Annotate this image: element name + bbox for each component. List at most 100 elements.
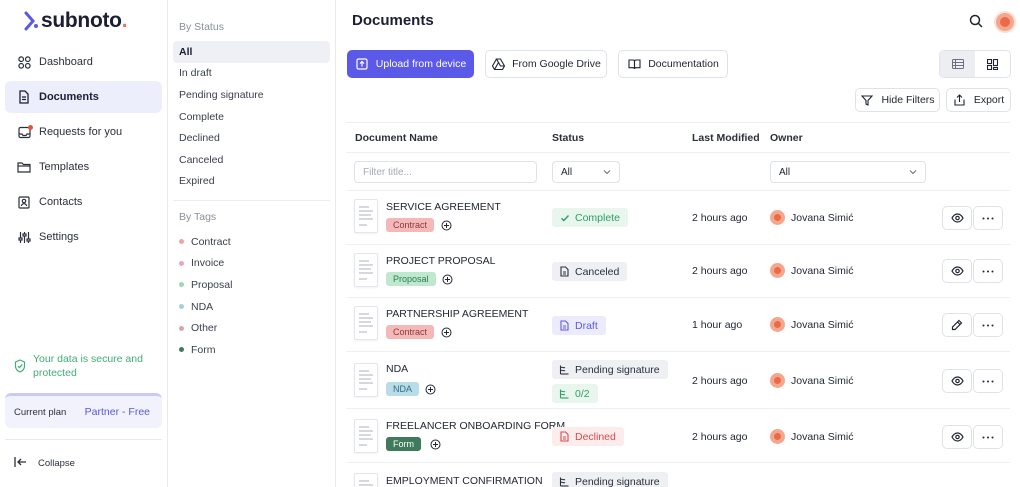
- status-filter-declined[interactable]: Declined: [173, 127, 330, 149]
- table-row[interactable]: NDA NDA Pending signature 0/2 2 hours ag…: [346, 352, 1010, 409]
- export-button[interactable]: Export: [946, 88, 1011, 112]
- search-icon[interactable]: [968, 13, 984, 29]
- status-filter-select[interactable]: All: [552, 161, 620, 183]
- check-icon: [559, 212, 570, 223]
- folder-icon: [17, 160, 31, 174]
- status-filter-all[interactable]: All: [173, 41, 330, 63]
- brand-dot: .: [121, 9, 128, 32]
- status-filter-expired[interactable]: Expired: [173, 171, 330, 193]
- document-name[interactable]: PROJECT PROPOSAL: [386, 255, 496, 267]
- add-tag-icon[interactable]: [441, 327, 452, 338]
- more-options-button[interactable]: [973, 206, 1003, 230]
- add-tag-icon[interactable]: [425, 384, 436, 395]
- owner-name: Jovana Simić: [791, 374, 854, 387]
- sidebar-item-templates[interactable]: Templates: [5, 151, 162, 183]
- more-options-button[interactable]: [973, 369, 1003, 393]
- view-button[interactable]: [942, 206, 972, 230]
- more-options-button[interactable]: [973, 259, 1003, 283]
- google-drive-icon: [491, 57, 505, 71]
- document-icon: [559, 431, 570, 442]
- more-horizontal-icon: [982, 217, 994, 219]
- plan-value: Partner - Free: [84, 406, 150, 418]
- last-modified: 2 hours ago: [692, 265, 748, 277]
- list-view-button[interactable]: [940, 51, 975, 77]
- upload-from-device-button[interactable]: Upload from device: [347, 50, 474, 78]
- filter-divider: [173, 200, 330, 201]
- eye-icon: [950, 432, 964, 442]
- table-row[interactable]: EMPLOYMENT CONFIRMATION Pending signatur…: [346, 463, 1010, 487]
- sidebar-item-contacts[interactable]: Contacts: [5, 186, 162, 218]
- sidebar-item-settings[interactable]: Settings: [5, 221, 162, 253]
- tag-badge: Form: [386, 437, 421, 451]
- owner-avatar: [770, 317, 785, 332]
- more-options-button[interactable]: [973, 313, 1003, 337]
- brand-name: subnoto: [41, 9, 122, 32]
- tag-filter-invoice[interactable]: Invoice: [173, 253, 330, 275]
- tag-filter-form[interactable]: Form: [173, 339, 330, 361]
- owner-name: Jovana Simić: [791, 211, 854, 224]
- sidebar-item-requests[interactable]: Requests for you: [5, 116, 162, 148]
- hide-filters-button[interactable]: Hide Filters: [855, 88, 940, 112]
- table-row[interactable]: PROJECT PROPOSAL Proposal Canceled 2 hou…: [346, 245, 1010, 298]
- google-drive-button[interactable]: From Google Drive: [485, 50, 607, 78]
- collapse-button[interactable]: Collapse: [14, 456, 75, 471]
- chevron-down-icon: [909, 170, 917, 175]
- document-name[interactable]: SERVICE AGREEMENT: [386, 201, 501, 213]
- current-plan-card[interactable]: Current plan Partner - Free: [5, 393, 162, 428]
- sidebar-item-label: Settings: [39, 231, 79, 243]
- view-button[interactable]: [942, 425, 972, 449]
- tag-dot: [179, 347, 184, 353]
- status-text: Declined: [575, 430, 616, 443]
- document-name[interactable]: FREELANCER ONBOARDING FORM: [386, 420, 565, 432]
- owner-filter-select[interactable]: All: [770, 161, 926, 183]
- status-filter-complete[interactable]: Complete: [173, 106, 330, 128]
- tag-dot: [179, 260, 184, 266]
- status-filter-in-draft[interactable]: In draft: [173, 63, 330, 85]
- tag-dot: [179, 325, 184, 331]
- filter-title-input[interactable]: Filter title...: [354, 161, 537, 183]
- view-button[interactable]: [942, 259, 972, 283]
- last-modified: 2 hours ago: [692, 375, 748, 387]
- table-row[interactable]: PARTNERSHIP AGREEMENT Contract Draft 1 h…: [346, 298, 1010, 352]
- status-filter-canceled[interactable]: Canceled: [173, 149, 330, 171]
- table-row[interactable]: FREELANCER ONBOARDING FORM Form Declined…: [346, 409, 1010, 463]
- document-name[interactable]: PARTNERSHIP AGREEMENT: [386, 308, 528, 320]
- documentation-button[interactable]: Documentation: [618, 50, 728, 78]
- user-avatar[interactable]: [994, 11, 1016, 33]
- status-filter-pending[interactable]: Pending signature: [173, 84, 330, 106]
- column-document-name[interactable]: Document Name: [355, 132, 438, 144]
- column-filter-row: Filter title... All All: [346, 153, 1010, 191]
- column-owner[interactable]: Owner: [770, 132, 803, 144]
- tag-filter-proposal[interactable]: Proposal: [173, 274, 330, 296]
- sidebar-item-documents[interactable]: Documents: [5, 81, 162, 113]
- grid-view-button[interactable]: [975, 51, 1010, 77]
- add-tag-icon[interactable]: [441, 220, 452, 231]
- tag-filter-other[interactable]: Other: [173, 317, 330, 339]
- add-tag-icon[interactable]: [442, 274, 453, 285]
- tag-filter-contract[interactable]: Contract: [173, 231, 330, 253]
- sidebar-item-dashboard[interactable]: Dashboard: [5, 46, 162, 78]
- tag-label: Invoice: [191, 257, 225, 270]
- last-modified: 2 hours ago: [692, 212, 748, 224]
- edit-button[interactable]: [942, 313, 972, 337]
- add-tag-icon[interactable]: [430, 439, 441, 450]
- document-name[interactable]: EMPLOYMENT CONFIRMATION: [386, 475, 543, 487]
- table-row[interactable]: SERVICE AGREEMENT Contract Complete 2 ho…: [346, 191, 1010, 245]
- grid-view-icon: [987, 58, 998, 70]
- brand-logo[interactable]: subnoto.: [24, 8, 128, 34]
- owner-avatar: [770, 429, 785, 444]
- more-options-button[interactable]: [973, 425, 1003, 449]
- tag-dot: [179, 304, 184, 310]
- more-horizontal-icon: [982, 436, 994, 438]
- eye-icon: [950, 376, 964, 386]
- document-icon: [17, 90, 31, 104]
- more-horizontal-icon: [982, 270, 994, 272]
- view-button[interactable]: [942, 369, 972, 393]
- column-last-modified[interactable]: Last Modified: [692, 132, 760, 144]
- column-status[interactable]: Status: [552, 132, 584, 144]
- document-icon: [559, 266, 570, 277]
- collapse-arrow-icon: [14, 456, 28, 471]
- status-filter-value: All: [561, 166, 573, 178]
- tag-filter-nda[interactable]: NDA: [173, 296, 330, 318]
- document-name[interactable]: NDA: [386, 363, 408, 375]
